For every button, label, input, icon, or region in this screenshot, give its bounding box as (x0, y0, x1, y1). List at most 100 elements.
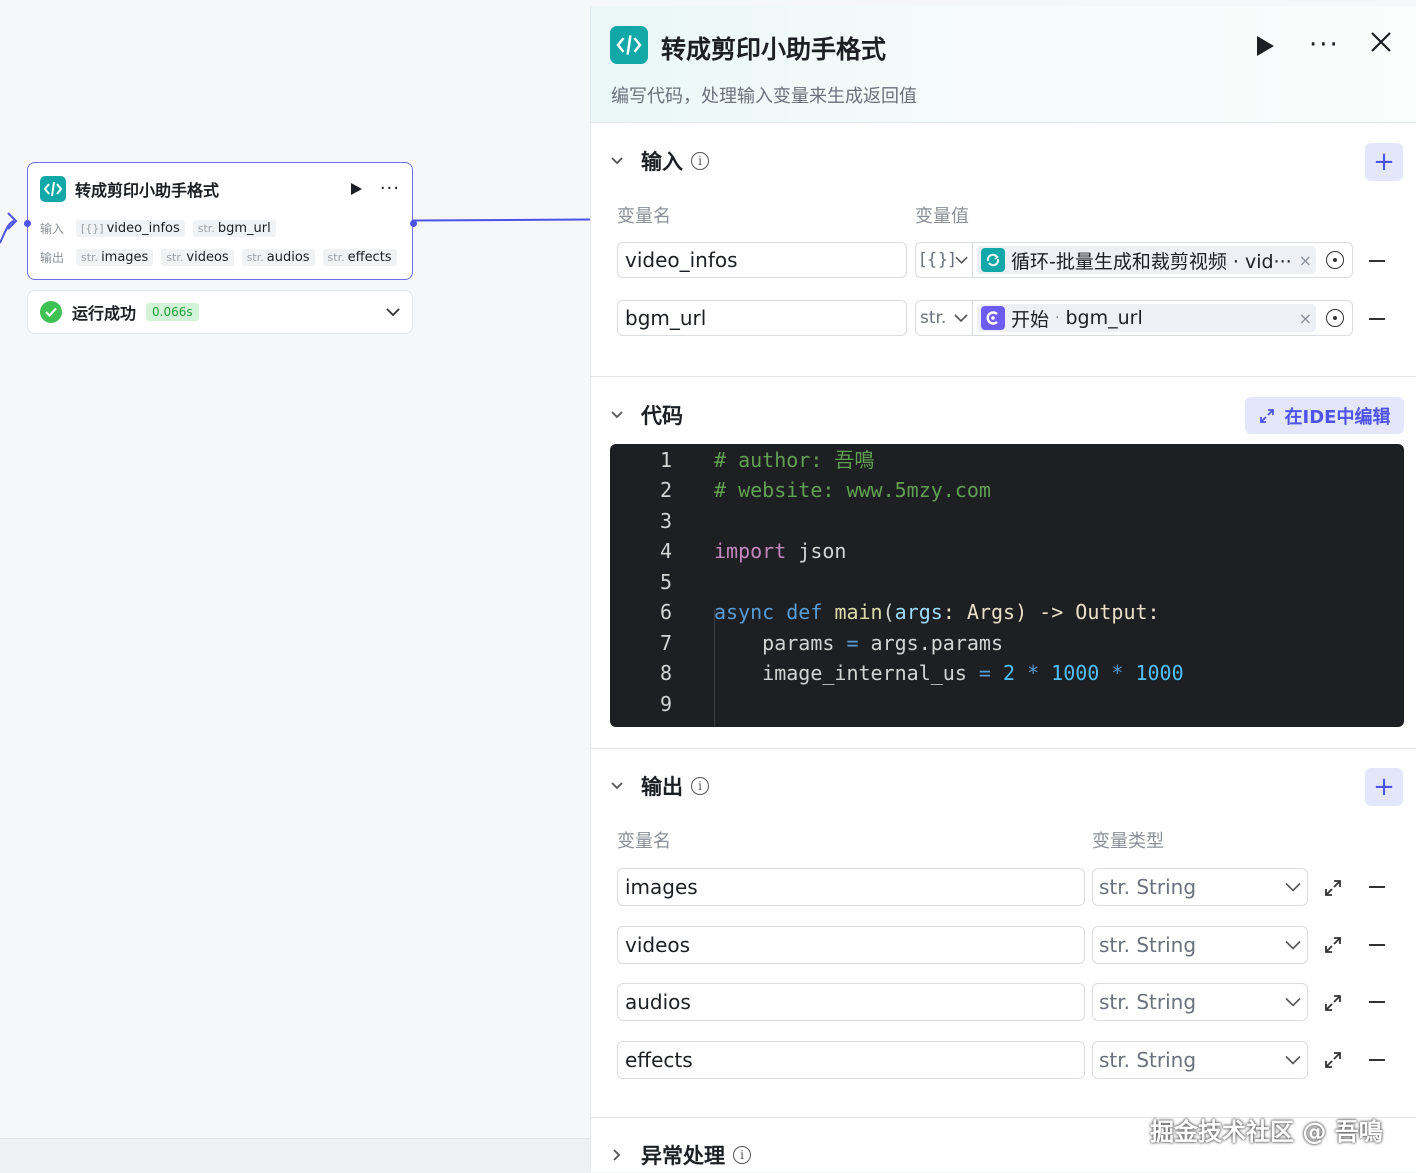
node-output-port[interactable] (410, 220, 417, 227)
code-line: import json (714, 539, 847, 563)
chevron-right-icon[interactable] (611, 1149, 623, 1161)
chevron-down-icon[interactable] (386, 307, 400, 317)
expand-icon[interactable] (1323, 1050, 1343, 1070)
output-name-field[interactable]: videos (617, 926, 1085, 964)
info-icon[interactable]: i (733, 1146, 751, 1164)
input-type-select[interactable]: [{}] (915, 242, 973, 278)
code-icon (610, 26, 648, 64)
chevron-down-icon (1285, 1055, 1301, 1065)
add-output-button[interactable]: + (1365, 768, 1403, 806)
expand-icon[interactable] (1323, 935, 1343, 955)
remove-output-button[interactable] (1369, 944, 1385, 946)
variable-picker-icon[interactable] (1326, 251, 1344, 269)
code-node-card[interactable]: 转成剪印小助手格式 ··· 输入 [{}] video_infos str. bgm… (24, 162, 417, 280)
line-number: 7 (659, 631, 672, 655)
input-col-value: 变量值 (915, 206, 969, 227)
variable-picker-icon[interactable] (1326, 309, 1344, 327)
output-type-select[interactable]: str. String (1092, 1041, 1308, 1079)
code-icon (40, 176, 66, 202)
close-icon[interactable] (1369, 30, 1393, 54)
output-name-field[interactable]: images (617, 868, 1085, 906)
chevron-down-icon[interactable] (611, 409, 623, 421)
node-title: 转成剪印小助手格式 (75, 181, 220, 200)
run-status-card[interactable]: 运行成功 0.066s (27, 290, 413, 334)
line-number: 6 (659, 600, 672, 624)
error-section-header[interactable]: 异常处理 i (611, 1138, 751, 1172)
node-input-port[interactable] (24, 220, 31, 227)
output-col-name: 变量名 (617, 831, 671, 852)
info-icon[interactable]: i (691, 152, 709, 170)
error-section-title: 异常处理 (641, 1144, 725, 1168)
panel-title[interactable]: 转成剪印小助手格式 (661, 30, 886, 66)
code-line: image_internal_us = 2 * 1000 * 1000 (762, 661, 1184, 685)
node-outputs-row: 输出 str. images str. videos str. audios str.… (40, 247, 405, 267)
watermark: 掘金技术社区 @ 吾鳴 (1150, 1118, 1383, 1146)
ref-separator: · (1055, 310, 1060, 326)
node-output-label: 输出 (40, 250, 65, 265)
input-type-select[interactable]: str. (915, 300, 973, 336)
node-output-tag: str. images (76, 248, 154, 266)
incoming-edge (0, 212, 18, 244)
ref-node-name: 开始 (1011, 308, 1050, 331)
chevron-down-icon (1285, 940, 1301, 950)
more-options-icon[interactable]: ··· (1309, 30, 1340, 60)
input-section-header[interactable]: 输入 i (611, 144, 709, 178)
loop-icon (981, 248, 1005, 272)
expand-icon[interactable] (1323, 993, 1343, 1013)
code-line: params = args.params (762, 631, 1003, 655)
run-status-text: 运行成功 (72, 304, 137, 323)
chevron-down-icon (954, 314, 968, 323)
node-more-icon[interactable]: ··· (380, 180, 400, 198)
ref-chip[interactable]: 开始 · bgm_url × (977, 304, 1316, 332)
info-icon[interactable]: i (691, 777, 709, 795)
run-node-icon[interactable] (1257, 36, 1274, 56)
output-name-field[interactable]: effects (617, 1041, 1085, 1079)
line-gutter: 1 2 3 4 5 6 7 8 9 (610, 444, 698, 727)
line-number: 4 (659, 539, 672, 563)
input-col-name: 变量名 (617, 206, 671, 227)
node-input-tag: [{}] video_infos (76, 219, 185, 237)
input-value-ref[interactable]: 开始 · bgm_url × (973, 300, 1353, 336)
expand-icon[interactable] (1323, 878, 1343, 898)
node-run-icon[interactable] (350, 183, 362, 195)
code-editor[interactable]: 1 2 3 4 5 6 7 8 9 # author: 吾鳴 # website… (610, 444, 1404, 727)
remove-ref-icon[interactable]: × (1293, 251, 1312, 270)
input-value-ref[interactable]: 循环-批量生成和裁剪视频 · vid··· × (973, 242, 1353, 278)
remove-output-button[interactable] (1369, 886, 1385, 888)
type-label: [{}] (920, 250, 955, 270)
ref-chip[interactable]: 循环-批量生成和裁剪视频 · vid··· × (977, 246, 1316, 274)
add-input-button[interactable]: + (1365, 143, 1403, 181)
output-section-header[interactable]: 输出 i (611, 769, 709, 803)
remove-output-button[interactable] (1369, 1001, 1385, 1003)
line-number: 9 (659, 692, 672, 716)
node-output-tag: str. audios (241, 248, 315, 266)
input-name-field[interactable]: video_infos (617, 242, 907, 278)
line-number: 5 (659, 570, 672, 594)
code-section-title: 代码 (641, 404, 683, 428)
ref-text: 循环-批量生成和裁剪视频 · vid··· (1011, 250, 1292, 273)
remove-input-button[interactable] (1369, 318, 1385, 320)
canvas-footer (0, 1138, 590, 1173)
chevron-down-icon[interactable] (611, 155, 623, 167)
line-number: 8 (659, 661, 672, 685)
code-section-header[interactable]: 代码 (611, 398, 683, 432)
line-number: 3 (659, 509, 672, 533)
node-output-tag: str. videos (161, 248, 234, 266)
section-divider (591, 376, 1416, 377)
panel-header: 转成剪印小助手格式 编写代码，处理输入变量来生成返回值 ··· (591, 6, 1416, 123)
remove-input-button[interactable] (1369, 260, 1385, 262)
success-check-icon (40, 301, 62, 323)
ref-var-name: bgm_url (1065, 307, 1143, 329)
output-type-select[interactable]: str. String (1092, 868, 1308, 906)
input-name-field[interactable]: bgm_url (617, 300, 907, 336)
output-type-select[interactable]: str. String (1092, 983, 1308, 1021)
edit-in-ide-button[interactable]: 在IDE中编辑 (1245, 397, 1404, 434)
output-name-field[interactable]: audios (617, 983, 1085, 1021)
remove-ref-icon[interactable]: × (1293, 309, 1312, 328)
remove-output-button[interactable] (1369, 1059, 1385, 1061)
panel-description[interactable]: 编写代码，处理输入变量来生成返回值 (611, 82, 917, 108)
output-type-select[interactable]: str. String (1092, 926, 1308, 964)
chevron-down-icon[interactable] (611, 780, 623, 792)
code-line: # author: 吾鳴 (714, 448, 875, 472)
node-output-tag: str. effects (322, 248, 397, 266)
